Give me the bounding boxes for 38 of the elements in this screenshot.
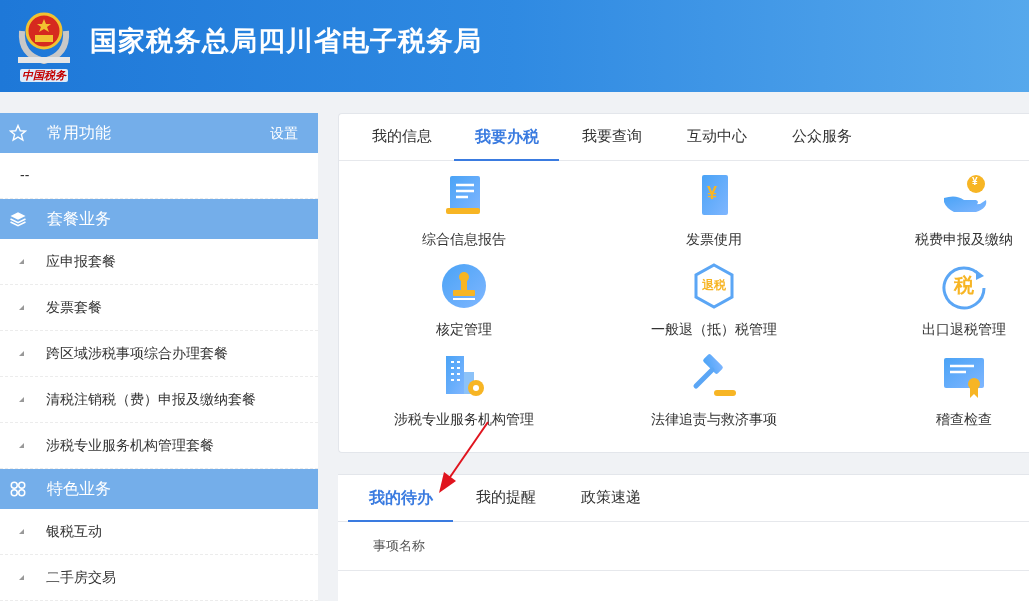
service-link[interactable]: 稽查检查 xyxy=(936,409,992,430)
sidebar-item[interactable]: 二手房交易 xyxy=(46,567,116,588)
sidebar-item[interactable]: 银税互动 xyxy=(46,521,102,542)
clover-icon xyxy=(9,480,27,498)
section-title: 常用功能 xyxy=(47,123,112,143)
service-link[interactable]: 一般退（抵）税管理 xyxy=(651,319,777,340)
icon-badge-text: 税 xyxy=(954,275,974,295)
service-link[interactable]: 税费申报及缴纳 xyxy=(915,229,1013,250)
icon-badge-text: ¥ xyxy=(972,177,978,187)
tab[interactable]: 我的提醒 xyxy=(453,475,558,522)
service-link[interactable]: 法律追责与救济事项 xyxy=(651,409,777,430)
tab[interactable]: 我要查询 xyxy=(559,114,664,161)
icon-badge-text: 退税 xyxy=(702,279,726,291)
sidebar-item[interactable]: 涉税专业服务机构管理套餐 xyxy=(46,435,214,456)
site-title: 国家税务总局四川省电子税务局 xyxy=(90,24,482,58)
sidebar-item[interactable]: 发票套餐 xyxy=(46,297,102,318)
service-link[interactable]: 出口退税管理 xyxy=(922,319,1006,340)
service-link[interactable]: 核定管理 xyxy=(436,319,492,340)
column-header: 事项名称 xyxy=(373,537,425,556)
sidebar-item[interactable]: 跨区域涉税事项综合办理套餐 xyxy=(46,343,228,364)
layers-icon xyxy=(9,210,27,228)
service-link[interactable]: 综合信息报告 xyxy=(422,229,506,250)
stamp-icon xyxy=(440,262,488,310)
service-link[interactable]: 发票使用 xyxy=(686,229,742,250)
icon-badge-text: ¥ xyxy=(707,184,717,202)
sidebar-item[interactable]: 清税注销税（费）申报及缴纳套餐 xyxy=(46,389,256,410)
section-title: 特色业务 xyxy=(47,479,112,499)
tab[interactable]: 公众服务 xyxy=(769,114,874,161)
service-link[interactable]: 涉税专业服务机构管理 xyxy=(394,409,534,430)
emblem-caption: 中国税务 xyxy=(20,68,68,82)
section-title: 套餐业务 xyxy=(47,209,112,229)
tab[interactable]: 我的信息 xyxy=(349,114,454,161)
sidebar-item[interactable]: 应申报套餐 xyxy=(46,251,116,272)
tab[interactable]: 互动中心 xyxy=(664,114,769,161)
star-icon xyxy=(9,124,27,142)
sidebar-item[interactable]: -- xyxy=(20,165,30,186)
tab[interactable]: 我要办税 xyxy=(454,114,559,161)
tab[interactable]: 政策速递 xyxy=(558,475,663,522)
